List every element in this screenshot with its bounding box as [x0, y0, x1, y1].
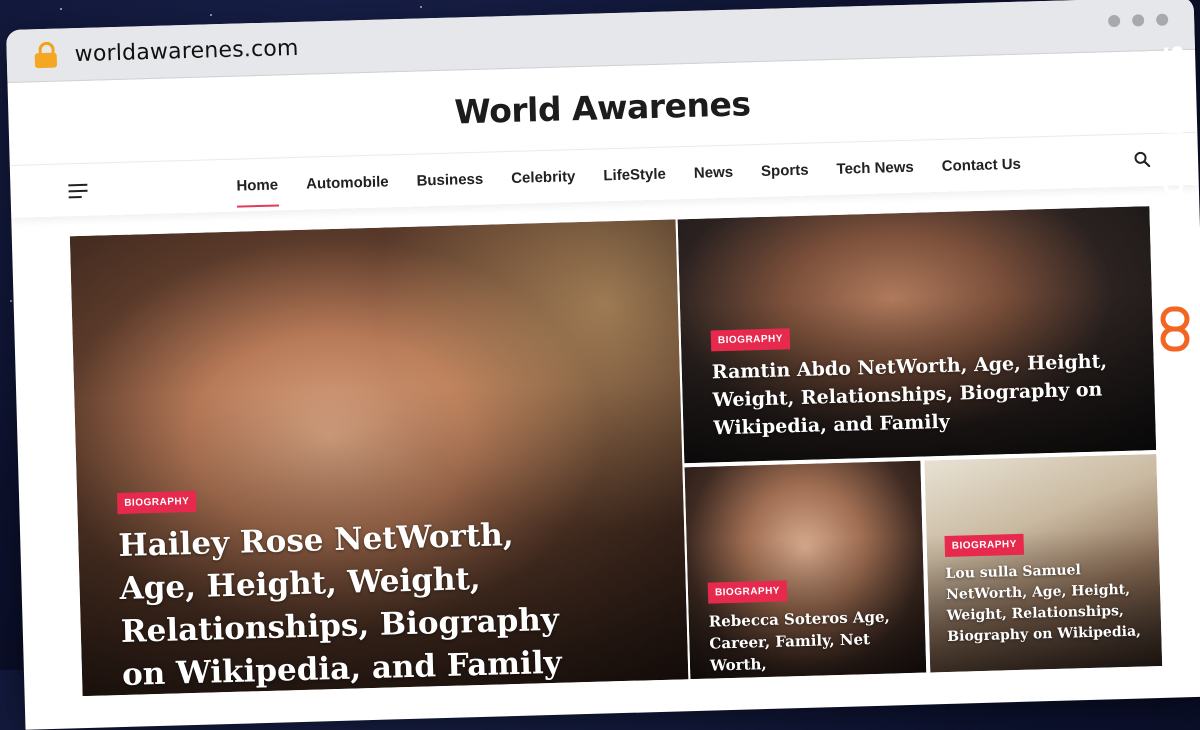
chain-link-logo-icon: [1160, 306, 1190, 352]
post-card[interactable]: BIOGRAPHY Lou sulla Samuel NetWorth, Age…: [924, 454, 1163, 673]
lock-icon: [34, 41, 58, 69]
post-title[interactable]: Hailey Rose NetWorth, Age, Height, Weigh…: [118, 513, 563, 696]
category-badge[interactable]: BIOGRAPHY: [707, 580, 788, 604]
nav-item-business[interactable]: Business: [402, 152, 498, 207]
category-badge[interactable]: BIOGRAPHY: [944, 533, 1025, 557]
window-dot-icon[interactable]: [1132, 14, 1145, 27]
nav-item-sports[interactable]: Sports: [746, 143, 823, 197]
post-title[interactable]: Lou sulla Samuel NetWorth, Age, Height, …: [945, 558, 1147, 648]
url-text[interactable]: worldawarenes.com: [74, 35, 299, 66]
search-icon[interactable]: [1134, 151, 1151, 168]
nav-item-tech-news[interactable]: Tech News: [822, 140, 929, 195]
site-title[interactable]: World Awarenes: [454, 84, 751, 131]
window-dot-icon[interactable]: [1155, 13, 1169, 26]
post-card[interactable]: BIOGRAPHY Rebecca Soteros Age, Career, F…: [684, 460, 927, 680]
browser-window: worldawarenes.com World Awarenes Home Au…: [6, 0, 1200, 730]
category-badge[interactable]: BIOGRAPHY: [116, 490, 197, 515]
window-dot-icon[interactable]: [1108, 14, 1121, 28]
nav-item-home[interactable]: Home: [222, 158, 293, 212]
nav-item-news[interactable]: News: [679, 145, 748, 199]
post-title[interactable]: Rebecca Soteros Age, Career, Family, Net…: [708, 605, 915, 677]
nav-item-contact-us[interactable]: Contact Us: [927, 137, 1036, 192]
watermark-text: GUESTPOSTLINKS: [1160, 43, 1190, 319]
nav-item-celebrity[interactable]: Celebrity: [496, 150, 590, 205]
window-controls: [1108, 13, 1169, 28]
post-card[interactable]: BIOGRAPHY Ramtin Abdo NetWorth, Age, Hei…: [677, 206, 1157, 464]
featured-post-card[interactable]: BIOGRAPHY Hailey Rose NetWorth, Age, Hei…: [69, 219, 689, 697]
nav-item-lifestyle[interactable]: LifeStyle: [589, 147, 681, 202]
watermark: GUESTPOSTLINKS: [1158, 43, 1192, 356]
post-title[interactable]: Ramtin Abdo NetWorth, Age, Height, Weigh…: [711, 347, 1133, 443]
nav-item-automobile[interactable]: Automobile: [291, 155, 403, 210]
category-badge[interactable]: BIOGRAPHY: [710, 328, 791, 352]
hamburger-menu-icon[interactable]: [68, 183, 88, 203]
